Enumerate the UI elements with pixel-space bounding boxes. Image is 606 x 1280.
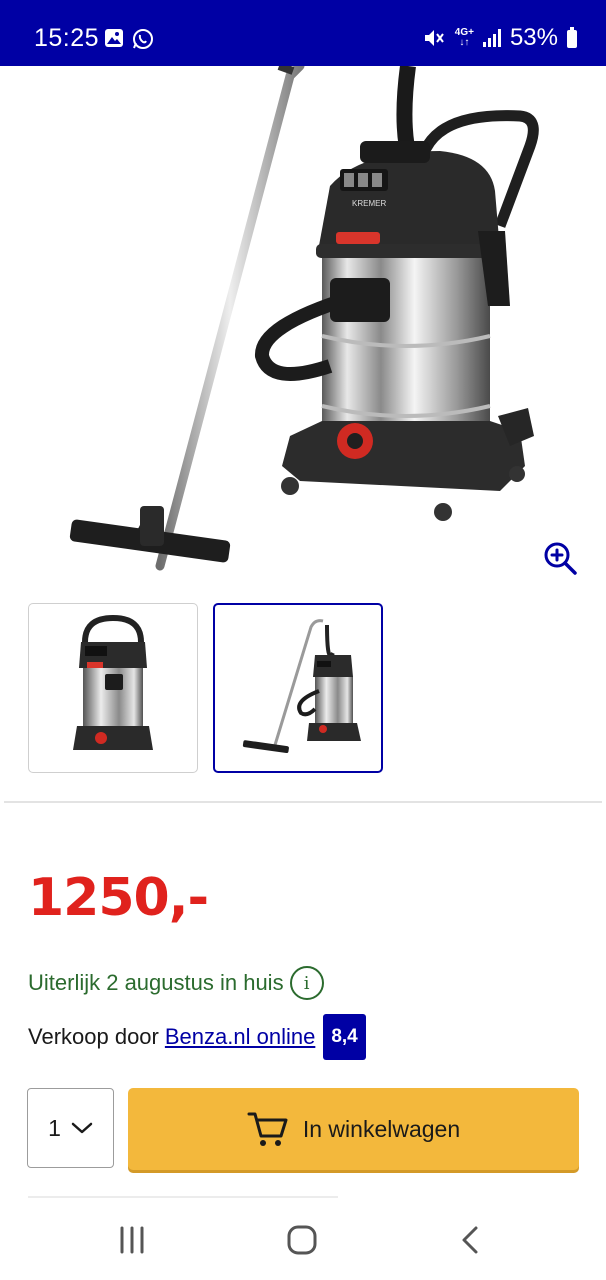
- status-left-icons: [104, 28, 154, 50]
- whatsapp-icon: [133, 29, 153, 49]
- cart-icon: [247, 1112, 288, 1146]
- quantity-value: 1: [48, 1114, 61, 1141]
- seller-prefix: Verkoop door: [28, 1024, 159, 1049]
- product-price: 1250,-: [28, 868, 209, 928]
- mute-icon: [424, 30, 444, 46]
- delivery-info: Uiterlijk 2 augustus in huis i: [28, 966, 324, 1000]
- brand-label: KREMER: [352, 199, 386, 208]
- info-icon[interactable]: i: [289, 966, 324, 1000]
- network-label-bottom: ↓↑: [459, 37, 470, 48]
- gallery-icon: [105, 29, 123, 47]
- system-nav-bar: [0, 1200, 606, 1280]
- chevron-down-icon: [71, 1122, 93, 1134]
- section-divider: [4, 801, 602, 803]
- product-main-image[interactable]: KREMER: [0, 66, 606, 596]
- zoom-icon[interactable]: [542, 540, 578, 576]
- status-right: 4G+ ↓↑ 53%: [423, 24, 578, 52]
- recent-apps-icon[interactable]: [110, 1220, 154, 1260]
- thumbnail-with-hose-image: [242, 619, 361, 754]
- quantity-select[interactable]: 1: [27, 1088, 114, 1168]
- seller-link[interactable]: Benza.nl online: [165, 1024, 315, 1050]
- network-4g-icon: 4G+ ↓↑: [455, 28, 474, 48]
- signal-icon: [482, 29, 501, 47]
- seller-rating-badge: 8,4: [323, 1014, 366, 1060]
- add-to-cart-label: In winkelwagen: [302, 1115, 461, 1142]
- home-icon[interactable]: [280, 1220, 324, 1260]
- thumbnail-with-hose[interactable]: [213, 603, 383, 773]
- back-icon[interactable]: [450, 1220, 494, 1260]
- add-to-cart-button[interactable]: In winkelwagen: [128, 1088, 579, 1170]
- faint-divider: [28, 1196, 338, 1198]
- battery-percentage: 53%: [509, 24, 558, 51]
- thumbnail-front-view[interactable]: [28, 603, 198, 773]
- seller-info: Verkoop door Benza.nl online 8,4: [28, 1014, 366, 1060]
- status-time: 15:25: [34, 24, 100, 52]
- status-bar: 15:25 4G+ ↓↑ 53%: [0, 0, 606, 66]
- delivery-text: Uiterlijk 2 augustus in huis: [28, 970, 284, 995]
- battery-icon: [567, 27, 577, 48]
- thumbnail-front-view-image: [73, 614, 153, 750]
